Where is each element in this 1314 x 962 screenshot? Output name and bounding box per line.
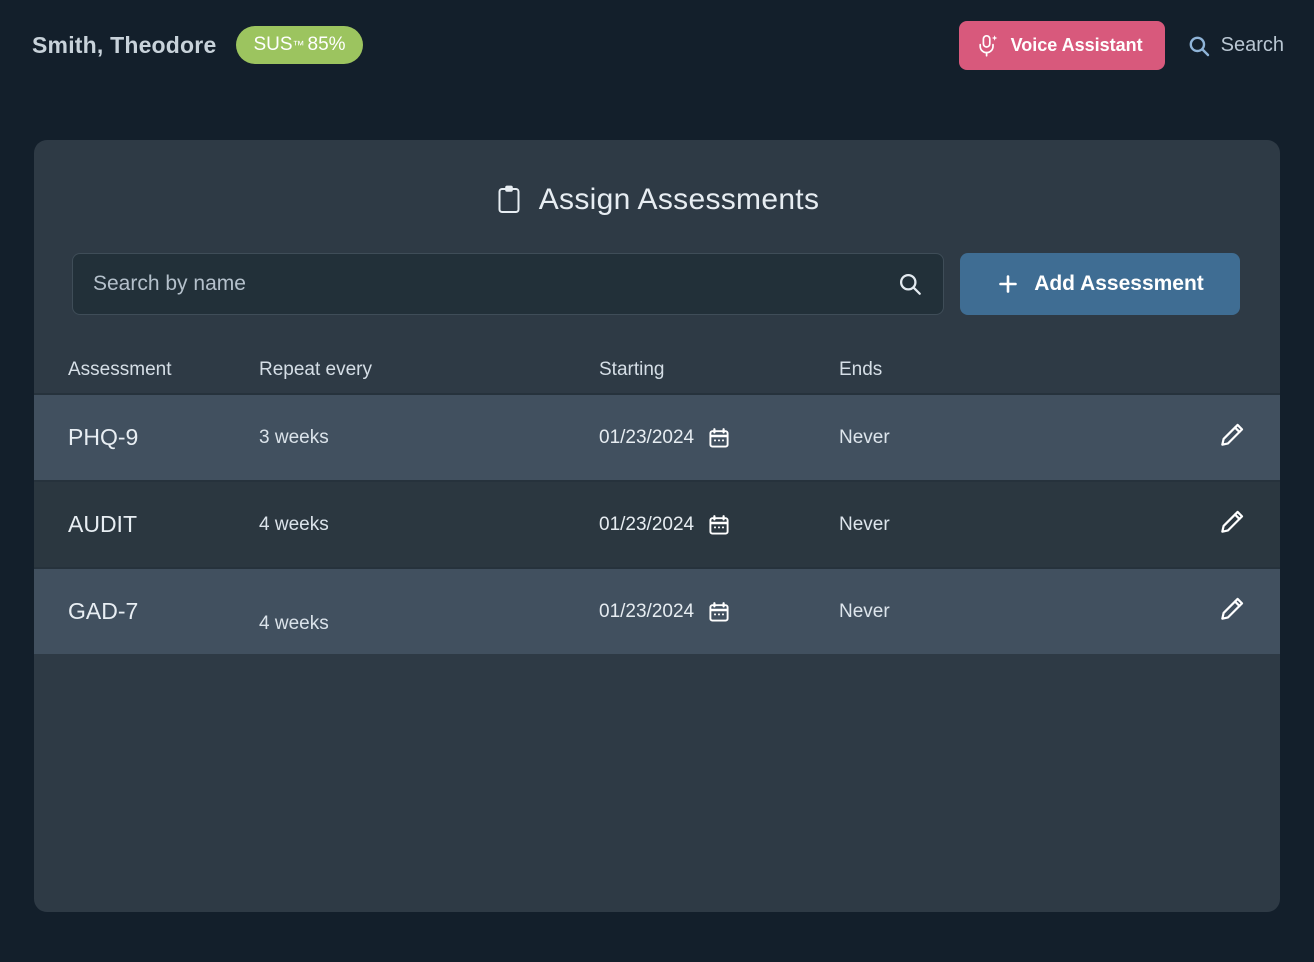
pencil-icon[interactable]: [1218, 508, 1246, 536]
table-row[interactable]: AUDIT 4 weeks 01/23/2024 Never: [34, 480, 1280, 567]
card-title-text: Assign Assessments: [538, 183, 820, 216]
cell-assessment: AUDIT: [68, 511, 137, 537]
table-row[interactable]: GAD-7 4 weeks 01/23/2024 Never: [34, 567, 1280, 654]
cell-assessment: GAD-7: [68, 598, 139, 624]
search-input[interactable]: [73, 254, 943, 314]
pencil-icon[interactable]: [1218, 595, 1246, 623]
clipboard-icon: [495, 184, 523, 216]
top-bar: Smith, Theodore SUS ™ 85% Voice Assistant: [0, 0, 1314, 92]
calendar-icon[interactable]: [708, 427, 730, 449]
cell-repeat-every: 3 weeks: [259, 426, 329, 448]
pencil-icon[interactable]: [1218, 421, 1246, 449]
column-header-starting: Starting: [599, 359, 665, 380]
cell-assessment: PHQ-9: [68, 424, 139, 450]
table-header-row: Assessment Repeat every Starting Ends: [34, 347, 1280, 393]
add-assessment-button[interactable]: Add Assessment: [960, 253, 1240, 315]
card-title: Assign Assessments: [34, 183, 1280, 217]
cell-starting: 01/23/2024: [599, 601, 839, 623]
cell-ends: Never: [839, 600, 890, 622]
cell-actions: [1139, 421, 1280, 454]
cell-repeat-every: 4 weeks: [259, 513, 329, 535]
patient-header: Smith, Theodore SUS ™ 85%: [32, 26, 363, 64]
search-field[interactable]: [72, 253, 944, 315]
column-header-ends: Ends: [839, 359, 883, 380]
sus-badge-score: 85%: [307, 34, 346, 55]
trademark-symbol: ™: [292, 38, 305, 52]
voice-assistant-label: Voice Assistant: [1010, 35, 1143, 55]
cell-starting-date: 01/23/2024: [599, 600, 695, 622]
cell-starting-date: 01/23/2024: [599, 426, 695, 448]
cell-starting: 01/23/2024: [599, 427, 839, 449]
cell-actions: [1139, 508, 1280, 541]
cell-ends: Never: [839, 426, 890, 448]
column-header-repeat-every: Repeat every: [259, 359, 373, 380]
assign-assessments-card: Assign Assessments Add Assessment Asses: [34, 140, 1280, 912]
calendar-icon[interactable]: [708, 601, 730, 623]
assessments-table: Assessment Repeat every Starting Ends PH…: [34, 347, 1280, 654]
search-icon: [1187, 34, 1211, 58]
page-title: Smith, Theodore: [32, 31, 217, 58]
cell-actions: [1139, 595, 1280, 628]
cell-ends: Never: [839, 513, 890, 535]
cell-starting-date: 01/23/2024: [599, 513, 695, 535]
top-actions: Voice Assistant Search: [958, 21, 1284, 70]
plus-icon: [996, 272, 1020, 296]
calendar-icon[interactable]: [708, 514, 730, 536]
search-icon[interactable]: [897, 271, 923, 297]
voice-assistant-button[interactable]: Voice Assistant: [958, 21, 1165, 70]
status-badge: SUS ™ 85%: [236, 26, 363, 64]
sus-badge-label: SUS: [253, 34, 293, 55]
cell-repeat-every: 4 weeks: [259, 612, 329, 634]
column-header-assessment: Assessment: [68, 359, 172, 380]
search-label: Search: [1220, 34, 1284, 56]
search-button[interactable]: Search: [1187, 34, 1284, 58]
add-assessment-label: Add Assessment: [1034, 272, 1204, 295]
microphone-sparkle-icon: [977, 34, 999, 58]
search-row: Add Assessment: [72, 253, 1280, 315]
table-row[interactable]: PHQ-9 3 weeks 01/23/2024 Never: [34, 393, 1280, 480]
cell-starting: 01/23/2024: [599, 514, 839, 536]
